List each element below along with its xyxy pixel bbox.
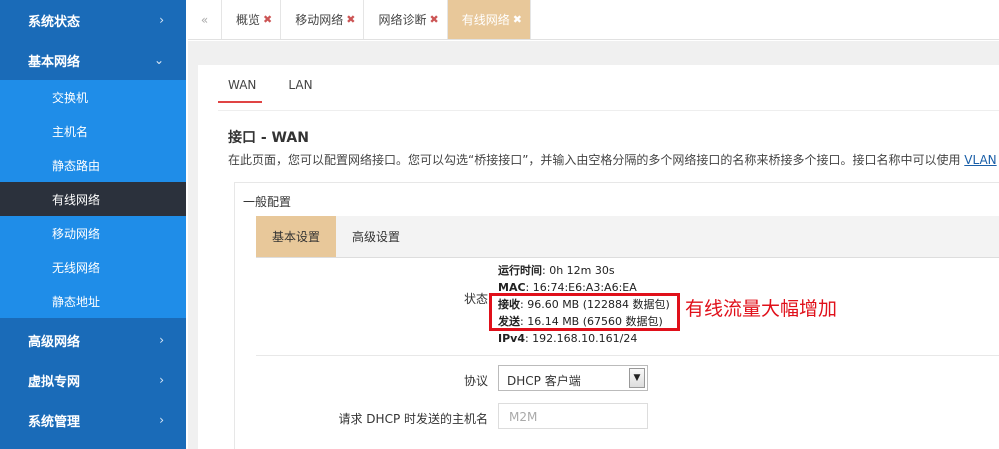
- close-icon[interactable]: ✖: [429, 13, 438, 26]
- sidebar-item-hostname[interactable]: 主机名: [0, 114, 186, 148]
- nav-advanced-network[interactable]: 高级网络 ›: [0, 320, 186, 360]
- page-tab-strip: « 概览 ✖ 移动网络 ✖ 网络诊断 ✖ 有线网络 ✖: [188, 0, 999, 40]
- page-description: 在此页面，您可以配置网络接口。您可以勾选“桥接接口”，并输入由空格分隔的多个网络…: [228, 151, 999, 168]
- protocol-selected-value: DHCP 客户端: [507, 374, 581, 388]
- nav-system-status[interactable]: 系统状态 ›: [0, 0, 186, 40]
- protocol-label: 协议: [463, 374, 488, 388]
- subtab-wan[interactable]: WAN: [218, 78, 263, 103]
- sidebar: 系统状态 › 基本网络 ⌄ 交换机 主机名 静态路由 有线网络 移动网络 无线网…: [0, 0, 186, 449]
- main-area: WAN LAN 接口 - WAN 在此页面，您可以配置网络接口。您可以勾选“桥接…: [188, 41, 999, 449]
- dhcp-hostname-label: 请求 DHCP 时发送的主机名: [338, 412, 488, 426]
- tab-scroll-back-button[interactable]: «: [188, 0, 222, 39]
- row-divider: [256, 355, 999, 356]
- tab-label: 有线网络: [461, 13, 510, 27]
- nav-system-admin-label: 系统管理: [28, 414, 81, 430]
- sidebar-item-wired-network[interactable]: 有线网络: [0, 182, 186, 216]
- tab-label: 概览: [236, 13, 261, 27]
- status-ipv4: IPv4: 192.168.10.161/24: [498, 330, 704, 347]
- sidebar-item-wireless-network[interactable]: 无线网络: [0, 250, 186, 284]
- nav-advanced-network-label: 高级网络: [28, 334, 81, 350]
- tab-network-diagnostics[interactable]: 网络诊断 ✖: [364, 0, 448, 39]
- vlan-link[interactable]: VLAN: [964, 153, 996, 167]
- subtab-lan[interactable]: LAN: [288, 78, 312, 103]
- panel-title: 一般配置: [243, 195, 292, 209]
- chevron-right-icon: ›: [159, 373, 164, 387]
- close-icon[interactable]: ✖: [263, 13, 272, 26]
- traffic-highlight-box: [489, 293, 680, 331]
- close-icon[interactable]: ✖: [513, 13, 522, 26]
- dropdown-arrow-icon[interactable]: ▼: [629, 368, 645, 388]
- chevron-down-icon: ⌄: [153, 53, 164, 67]
- tab-advanced-settings[interactable]: 高级设置: [336, 216, 416, 257]
- sidebar-bottom-group: 高级网络 › 虚拟专网 › 系统管理 ›: [0, 320, 186, 440]
- nav-vpn[interactable]: 虚拟专网 ›: [0, 360, 186, 400]
- nav-system-admin[interactable]: 系统管理 ›: [0, 400, 186, 440]
- tab-basic-settings[interactable]: 基本设置: [256, 216, 337, 257]
- tab-overview[interactable]: 概览 ✖: [222, 0, 282, 39]
- sidebar-item-switch[interactable]: 交换机: [0, 80, 186, 114]
- chevron-right-icon: ›: [159, 13, 164, 27]
- content-card: WAN LAN 接口 - WAN 在此页面，您可以配置网络接口。您可以勾选“桥接…: [198, 65, 999, 449]
- nav-system-status-label: 系统状态: [28, 14, 81, 30]
- basic-network-submenu: 交换机 主机名 静态路由 有线网络 移动网络 无线网络 静态地址: [0, 80, 186, 318]
- nav-basic-network-label: 基本网络: [28, 54, 81, 70]
- interface-subtabs: WAN LAN: [218, 78, 339, 103]
- tab-wired-network[interactable]: 有线网络 ✖: [447, 0, 531, 39]
- dhcp-hostname-input[interactable]: M2M: [498, 403, 648, 429]
- chevron-right-icon: ›: [159, 333, 164, 347]
- status-uptime: 运行时间: 0h 12m 30s: [498, 262, 704, 279]
- status-key: 运行时间: [498, 264, 542, 277]
- status-value: : 192.168.10.161/24: [524, 332, 638, 345]
- traffic-annotation: 有线流量大幅增加: [685, 298, 838, 320]
- status-label: 状态: [463, 292, 488, 306]
- nav-basic-network[interactable]: 基本网络 ⌄: [0, 40, 186, 80]
- double-chevron-left-icon: «: [200, 12, 209, 27]
- status-value: : 0h 12m 30s: [542, 264, 615, 277]
- settings-tabs: 基本设置 高级设置: [256, 216, 999, 258]
- sidebar-item-static-address[interactable]: 静态地址: [0, 284, 186, 318]
- tab-mobile-network[interactable]: 移动网络 ✖: [281, 0, 365, 39]
- description-text: 在此页面，您可以配置网络接口。您可以勾选“桥接接口”，并输入由空格分隔的多个网络…: [228, 153, 961, 167]
- sidebar-item-static-route[interactable]: 静态路由: [0, 148, 186, 182]
- close-icon[interactable]: ✖: [346, 13, 355, 26]
- tab-label: 网络诊断: [378, 13, 427, 27]
- page-title: 接口 - WAN: [228, 130, 309, 146]
- protocol-select[interactable]: DHCP 客户端 ▼: [498, 365, 648, 391]
- sidebar-item-mobile-network[interactable]: 移动网络: [0, 216, 186, 250]
- nav-vpn-label: 虚拟专网: [28, 374, 81, 390]
- chevron-right-icon: ›: [159, 413, 164, 427]
- tab-label: 移动网络: [295, 13, 344, 27]
- status-key: IPv4: [498, 332, 525, 345]
